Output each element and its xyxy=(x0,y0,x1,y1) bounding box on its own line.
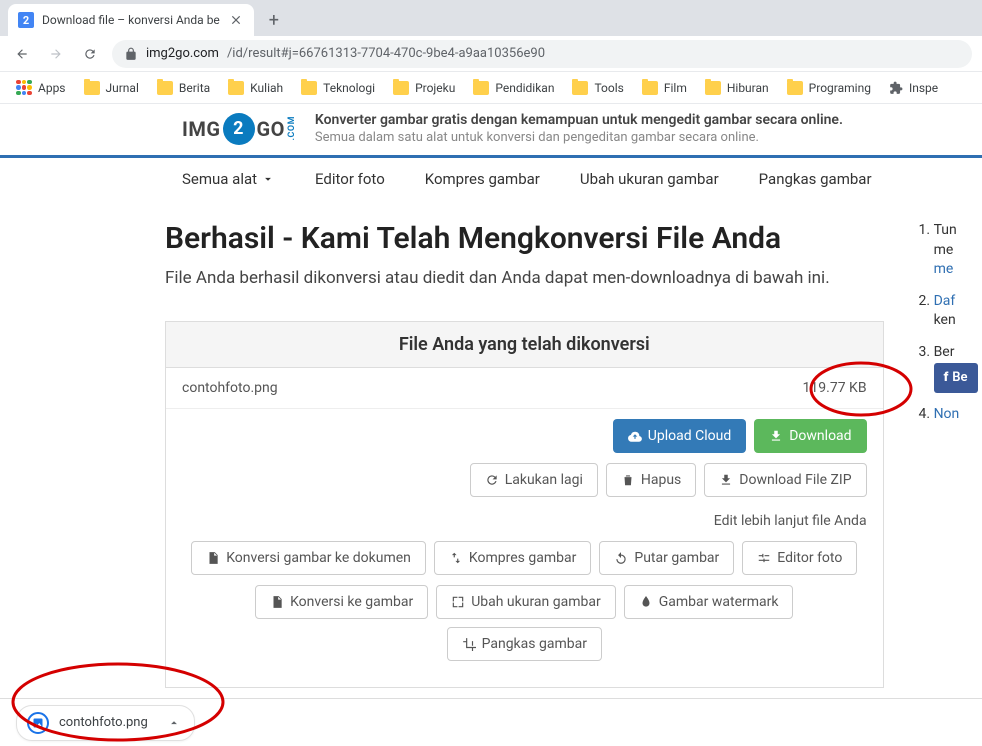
url-path: /id/result#j=66761313-7704-470c-9be4-a9a… xyxy=(227,46,545,61)
back-button[interactable] xyxy=(10,42,34,66)
folder-icon xyxy=(642,81,658,95)
chevron-down-icon xyxy=(261,172,275,186)
download-shelf: contohfoto.png xyxy=(0,698,982,746)
crop-icon xyxy=(462,637,476,651)
tool-rotate[interactable]: Putar gambar xyxy=(599,541,734,575)
download-icon xyxy=(769,429,783,443)
site-logo[interactable]: IMG 2 GO .COM xyxy=(182,113,297,145)
tab-strip: 2 Download file – konversi Anda be + xyxy=(0,0,982,36)
bookmark-hiburan[interactable]: Hiburan xyxy=(699,77,775,99)
retry-button[interactable]: Lakukan lagi xyxy=(470,463,598,497)
bookmark-teknologi[interactable]: Teknologi xyxy=(295,77,381,99)
tool-convert-image[interactable]: Konversi ke gambar xyxy=(255,585,428,619)
nav-resize[interactable]: Ubah ukuran gambar xyxy=(580,170,719,188)
folder-icon xyxy=(787,81,803,95)
panel-heading: File Anda yang telah dikonversi xyxy=(166,322,883,368)
tagline: Konverter gambar gratis dengan kemampuan… xyxy=(315,112,843,145)
folder-icon xyxy=(301,81,317,95)
bookmark-projeku[interactable]: Projeku xyxy=(387,77,461,99)
download-icon xyxy=(719,473,733,487)
bookmarks-bar: Apps Jurnal Berita Kuliah Teknologi Proj… xyxy=(0,72,982,104)
sliders-icon xyxy=(757,551,771,565)
sidebar-item-3: Ber f Be xyxy=(934,343,982,393)
toolbar: img2go.com/id/result#j=66761313-7704-470… xyxy=(0,36,982,72)
site-nav: Semua alat Editor foto Kompres gambar Ub… xyxy=(0,158,982,201)
nav-editor-foto[interactable]: Editor foto xyxy=(315,170,385,188)
download-zip-button[interactable]: Download File ZIP xyxy=(704,463,866,497)
nav-all-tools[interactable]: Semua alat xyxy=(182,170,275,188)
page-title: Berhasil - Kami Telah Mengkonversi File … xyxy=(165,221,884,256)
bookmark-inspe[interactable]: Inspe xyxy=(883,77,944,99)
compress-icon xyxy=(449,551,463,565)
tool-convert-doc[interactable]: Konversi gambar ke dokumen xyxy=(191,541,426,575)
file-name: contohfoto.png xyxy=(182,380,278,396)
refresh-icon xyxy=(485,473,499,487)
tool-crop[interactable]: Pangkas gambar xyxy=(447,627,602,661)
file-icon xyxy=(206,551,220,565)
nav-kompres[interactable]: Kompres gambar xyxy=(425,170,540,188)
tool-compress[interactable]: Kompres gambar xyxy=(434,541,591,575)
download-filename: contohfoto.png xyxy=(59,715,148,730)
facebook-button[interactable]: f Be xyxy=(934,363,978,393)
apps-button[interactable]: Apps xyxy=(10,76,72,100)
new-tab-button[interactable]: + xyxy=(260,6,288,34)
tab-title: Download file – konversi Anda be xyxy=(42,13,220,27)
lock-icon xyxy=(124,47,138,61)
sidebar: Tunmeme Dafken Ber f Be Non xyxy=(914,221,982,688)
image-file-icon xyxy=(27,712,49,734)
sidebar-item-2: Dafken xyxy=(934,292,982,331)
droplet-icon xyxy=(639,595,653,609)
page-content: IMG 2 GO .COM Konverter gambar gratis de… xyxy=(0,104,982,688)
rotate-icon xyxy=(614,551,628,565)
tool-watermark[interactable]: Gambar watermark xyxy=(624,585,794,619)
bookmark-berita[interactable]: Berita xyxy=(151,77,216,99)
extension-icon xyxy=(889,81,903,95)
chevron-up-icon[interactable] xyxy=(164,713,184,733)
bookmark-kuliah[interactable]: Kuliah xyxy=(222,77,289,99)
page-lead: File Anda berhasil dikonversi atau diedi… xyxy=(165,266,845,291)
result-panel: File Anda yang telah dikonversi contohfo… xyxy=(165,321,884,688)
close-icon[interactable] xyxy=(228,12,244,28)
tool-editor[interactable]: Editor foto xyxy=(742,541,857,575)
tab-favicon: 2 xyxy=(18,12,34,28)
folder-icon xyxy=(705,81,721,95)
delete-button[interactable]: Hapus xyxy=(606,463,696,497)
trash-icon xyxy=(621,473,635,487)
folder-icon xyxy=(157,81,173,95)
sidebar-item-1: Tunmeme xyxy=(934,221,982,280)
folder-icon xyxy=(473,81,489,95)
download-item[interactable]: contohfoto.png xyxy=(16,705,195,741)
forward-button[interactable] xyxy=(44,42,68,66)
download-button[interactable]: Download xyxy=(754,419,866,453)
folder-icon xyxy=(572,81,588,95)
tool-resize[interactable]: Ubah ukuran gambar xyxy=(436,585,616,619)
edit-more-label: Edit lebih lanjut file Anda xyxy=(166,507,883,541)
folder-icon xyxy=(393,81,409,95)
file-size: 119.77 KB xyxy=(803,380,867,396)
file-icon xyxy=(270,595,284,609)
upload-cloud-button[interactable]: Upload Cloud xyxy=(613,419,746,453)
resize-icon xyxy=(451,595,465,609)
sidebar-item-4: Non xyxy=(934,405,982,425)
folder-icon xyxy=(84,81,100,95)
bookmark-tools[interactable]: Tools xyxy=(566,77,629,99)
sidebar-link[interactable]: Non xyxy=(934,406,960,422)
folder-icon xyxy=(228,81,244,95)
file-row: contohfoto.png 119.77 KB xyxy=(166,368,883,409)
bookmark-programing[interactable]: Programing xyxy=(781,77,877,99)
bookmark-pendidikan[interactable]: Pendidikan xyxy=(467,77,560,99)
browser-tab[interactable]: 2 Download file – konversi Anda be xyxy=(8,4,254,36)
bookmark-jurnal[interactable]: Jurnal xyxy=(78,77,145,99)
address-bar[interactable]: img2go.com/id/result#j=66761313-7704-470… xyxy=(112,40,972,68)
bookmark-film[interactable]: Film xyxy=(636,77,693,99)
apps-icon xyxy=(16,80,32,96)
cloud-upload-icon xyxy=(628,429,642,443)
url-host: img2go.com xyxy=(146,46,219,61)
sidebar-link[interactable]: Daf xyxy=(934,293,956,309)
nav-crop[interactable]: Pangkas gambar xyxy=(759,170,872,188)
sidebar-link[interactable]: me xyxy=(934,261,954,277)
reload-button[interactable] xyxy=(78,42,102,66)
